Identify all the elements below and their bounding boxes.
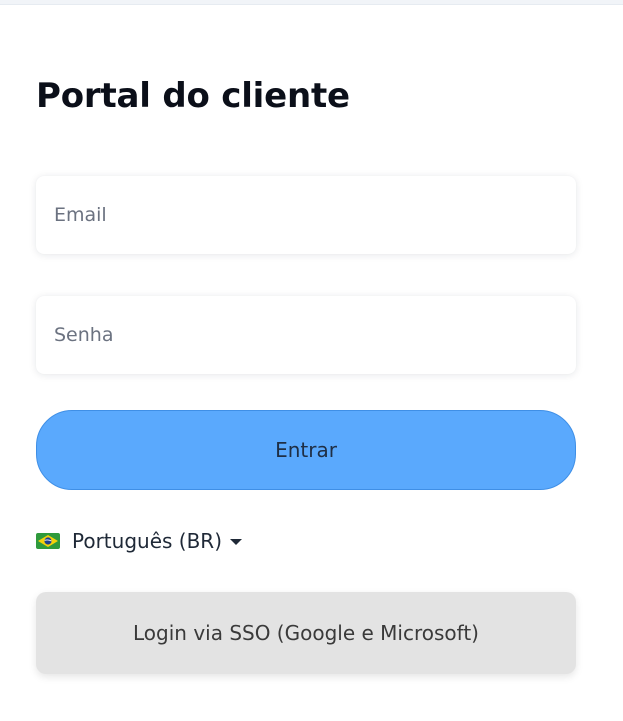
brazil-flag-icon: [36, 533, 60, 549]
email-input[interactable]: [36, 176, 576, 254]
login-page: Portal do cliente Entrar Português (BR) …: [0, 0, 623, 721]
password-input[interactable]: [36, 296, 576, 374]
top-edge-divider: [0, 0, 623, 5]
language-label: Português (BR): [72, 529, 222, 553]
caret-down-icon: [230, 539, 242, 545]
sso-login-button[interactable]: Login via SSO (Google e Microsoft): [36, 592, 576, 674]
login-button[interactable]: Entrar: [36, 410, 576, 490]
email-field-container: [36, 176, 576, 254]
language-selector[interactable]: Português (BR): [36, 526, 242, 556]
page-title: Portal do cliente: [36, 76, 350, 116]
password-field-container: [36, 296, 576, 374]
